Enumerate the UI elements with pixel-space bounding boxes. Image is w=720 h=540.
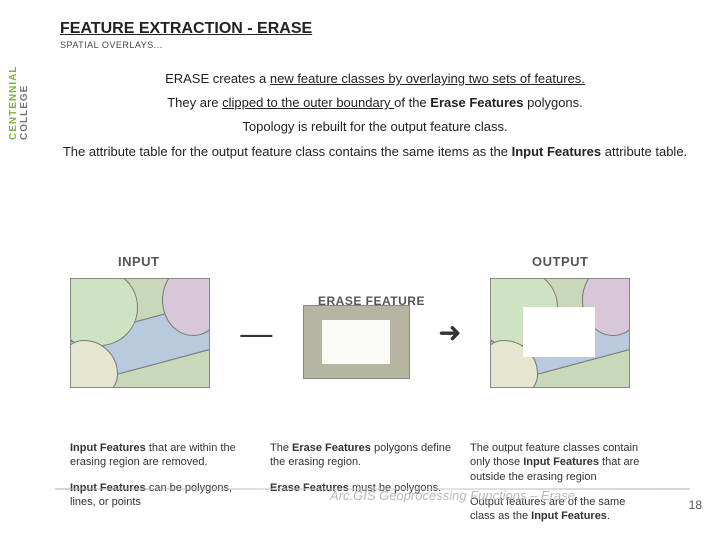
- para-3: Topology is rebuilt for the output featu…: [60, 118, 690, 136]
- footer-rule: [55, 488, 690, 490]
- label-output: OUTPUT: [532, 254, 588, 269]
- caption-output: The output feature classes contain only …: [470, 430, 670, 534]
- captions: Input Features that are within the erasi…: [70, 430, 670, 534]
- input-box: [70, 278, 210, 388]
- caption-input: Input Features that are within the erasi…: [70, 430, 270, 534]
- erase-box: [303, 305, 410, 379]
- para-1: ERASE creates a new feature classes by o…: [60, 70, 690, 88]
- para-4: The attribute table for the output featu…: [60, 143, 690, 161]
- para-2: They are clipped to the outer boundary o…: [60, 94, 690, 112]
- content-area: FEATURE EXTRACTION - ERASE SPATIAL OVERL…: [60, 20, 690, 167]
- arrow-icon: ➜: [434, 316, 465, 349]
- diagram: INPUT ERASE FEATURE OUTPUT — ➜: [70, 260, 630, 405]
- output-box: [490, 278, 630, 388]
- page-number: 18: [689, 498, 702, 512]
- page-title: FEATURE EXTRACTION - ERASE: [60, 20, 690, 38]
- page-subtitle: SPATIAL OVERLAYS...: [60, 40, 690, 50]
- logo-line-2: COLLEGE: [19, 85, 30, 140]
- label-input: INPUT: [118, 254, 160, 269]
- caption-erase: The Erase Features polygons define the e…: [270, 430, 470, 534]
- minus-icon: —: [234, 317, 278, 349]
- logo-line-1: CENTENNIAL: [8, 66, 19, 140]
- college-logo: CENTENNIAL COLLEGE: [8, 20, 44, 140]
- body-text: ERASE creates a new feature classes by o…: [60, 70, 690, 161]
